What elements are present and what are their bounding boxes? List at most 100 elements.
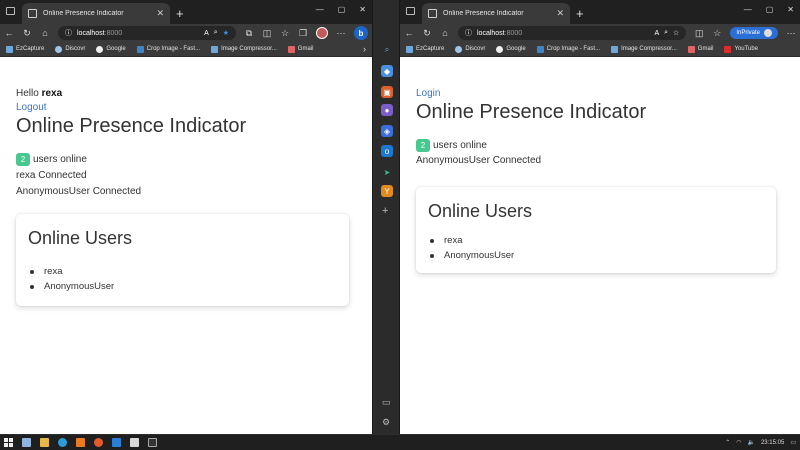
home-icon[interactable]: ⌂: [440, 28, 450, 38]
edge-taskbar-icon[interactable]: [58, 438, 67, 447]
y-icon[interactable]: Y: [381, 185, 393, 197]
search-icon[interactable]: ⌕: [381, 44, 393, 56]
volume-icon[interactable]: 🔈: [747, 439, 754, 446]
favorite-star-icon[interactable]: ★: [223, 29, 229, 37]
tab-online-presence[interactable]: Online Presence Indicator ✕: [422, 3, 570, 24]
tab-online-presence[interactable]: Online Presence Indicator ✕: [22, 3, 170, 24]
page-icon: [28, 9, 37, 18]
collections-icon[interactable]: ❐: [298, 28, 308, 39]
tab-actions-icon[interactable]: [406, 7, 415, 15]
minimize-icon[interactable]: —: [744, 5, 752, 14]
online-count-badge: 2: [416, 139, 430, 152]
close-tab-icon[interactable]: ✕: [556, 8, 564, 19]
tab-actions-icon[interactable]: [6, 7, 15, 15]
split-screen-icon[interactable]: ◫: [694, 28, 704, 39]
bookmark-image-compressor[interactable]: Image Compressor...: [211, 45, 277, 53]
logout-link[interactable]: Logout: [16, 102, 47, 113]
minimize-icon[interactable]: —: [316, 5, 324, 14]
back-icon[interactable]: ←: [404, 28, 414, 38]
hide-sidebar-icon[interactable]: ▭: [382, 397, 391, 408]
online-count-label: users online: [433, 140, 487, 151]
terminal-icon[interactable]: [148, 438, 157, 447]
inprivate-badge[interactable]: InPrivate: [730, 27, 778, 39]
bookmarks-bar: EzCapture Discovr Google Crop Image - Fa…: [0, 42, 372, 57]
maximize-icon[interactable]: ▢: [766, 5, 774, 14]
list-item: rexa: [28, 264, 114, 279]
page-title: Online Presence Indicator: [16, 115, 247, 137]
card-title: Online Users: [428, 201, 533, 221]
bookmark-youtube[interactable]: YouTube: [724, 45, 758, 53]
refresh-icon[interactable]: ↻: [422, 28, 432, 39]
address-bar[interactable]: ⓘ localhost :8000 A ⌕ ★: [58, 26, 236, 40]
bookmark-crop-image[interactable]: Crop Image - Fast...: [136, 45, 200, 53]
zoom-icon[interactable]: ⌕: [664, 29, 668, 37]
favorite-star-icon[interactable]: ☆: [673, 29, 679, 37]
info-icon[interactable]: ⓘ: [465, 28, 472, 38]
windows-start-icon[interactable]: [4, 438, 13, 447]
taskbar: ⌃ ◠ 🔈 23:15:05 ▭: [0, 434, 800, 450]
tag-icon[interactable]: ◆: [381, 65, 393, 77]
bookmark-discovr[interactable]: Discovr: [55, 45, 85, 53]
close-window-icon[interactable]: ✕: [787, 5, 794, 14]
people-icon[interactable]: ●: [381, 104, 393, 116]
briefcase-icon[interactable]: ▣: [381, 86, 393, 98]
new-tab-icon[interactable]: +: [176, 6, 184, 21]
task-view-icon[interactable]: [22, 438, 31, 447]
close-window-icon[interactable]: ✕: [359, 5, 366, 14]
home-icon[interactable]: ⌂: [40, 28, 50, 38]
bookmarks-overflow-icon[interactable]: ›: [363, 44, 366, 54]
login-link[interactable]: Login: [416, 88, 440, 99]
chevron-up-icon[interactable]: ⌃: [725, 439, 730, 446]
more-menu-icon[interactable]: ⋯: [336, 28, 346, 39]
extensions-icon[interactable]: ⧉: [244, 28, 254, 39]
network-icon[interactable]: ◠: [736, 439, 741, 446]
notifications-icon[interactable]: ▭: [790, 439, 796, 446]
online-users-card: Online Users rexa AnonymousUser: [416, 187, 776, 273]
window-controls: — ▢ ✕: [316, 5, 366, 14]
address-port: :8000: [504, 29, 523, 37]
clock[interactable]: 23:15:05: [761, 440, 784, 446]
bookmark-ezcapture[interactable]: EzCapture: [6, 45, 44, 53]
bookmark-image-compressor[interactable]: Image Compressor...: [611, 45, 677, 53]
send-icon[interactable]: ➤: [381, 166, 393, 178]
more-menu-icon[interactable]: ⋯: [786, 28, 796, 39]
zoom-icon[interactable]: ⌕: [214, 29, 218, 37]
vscode-icon[interactable]: [112, 438, 121, 447]
firefox-icon[interactable]: [94, 438, 103, 447]
notepad-icon[interactable]: [130, 438, 139, 447]
tab-title: Online Presence Indicator: [43, 10, 124, 17]
info-icon[interactable]: ⓘ: [65, 28, 72, 38]
bookmark-discovr[interactable]: Discovr: [455, 45, 485, 53]
sidebar-settings-icon[interactable]: ⚙: [382, 417, 390, 428]
favorites-icon[interactable]: ☆: [280, 28, 290, 39]
bookmark-gmail[interactable]: Gmail: [687, 45, 713, 53]
back-icon[interactable]: ←: [4, 28, 14, 38]
vlc-icon[interactable]: [76, 438, 85, 447]
card-title: Online Users: [28, 228, 133, 248]
bookmark-ezcapture[interactable]: EzCapture: [406, 45, 444, 53]
bookmark-google[interactable]: Google: [496, 45, 526, 53]
bookmark-gmail[interactable]: Gmail: [287, 45, 313, 53]
add-sidebar-app-icon[interactable]: +: [382, 205, 388, 217]
close-tab-icon[interactable]: ✕: [156, 8, 164, 19]
favorites-icon[interactable]: ☆: [712, 28, 722, 39]
read-aloud-icon[interactable]: A: [654, 30, 659, 37]
page-content: Hello rexa Logout Online Presence Indica…: [0, 57, 372, 434]
file-explorer-icon[interactable]: [40, 438, 49, 447]
refresh-icon[interactable]: ↻: [22, 28, 32, 39]
new-tab-icon[interactable]: +: [576, 6, 584, 21]
bing-chat-icon[interactable]: b: [354, 26, 368, 40]
read-aloud-icon[interactable]: A: [204, 30, 209, 37]
maximize-icon[interactable]: ▢: [338, 5, 346, 14]
office-icon[interactable]: ◈: [381, 125, 393, 137]
page-title: Online Presence Indicator: [416, 101, 647, 123]
profile-avatar-icon[interactable]: [316, 27, 328, 39]
address-bar[interactable]: ⓘ localhost :8000 A ⌕ ☆: [458, 26, 687, 40]
tab-strip: Online Presence Indicator ✕ + — ▢ ✕: [400, 0, 800, 24]
tab-title: Online Presence Indicator: [443, 10, 524, 17]
outlook-icon[interactable]: o: [381, 145, 393, 157]
online-users-list: rexa AnonymousUser: [28, 264, 114, 294]
bookmark-crop-image[interactable]: Crop Image - Fast...: [536, 45, 600, 53]
bookmark-google[interactable]: Google: [96, 45, 126, 53]
split-screen-icon[interactable]: ◫: [262, 28, 272, 39]
